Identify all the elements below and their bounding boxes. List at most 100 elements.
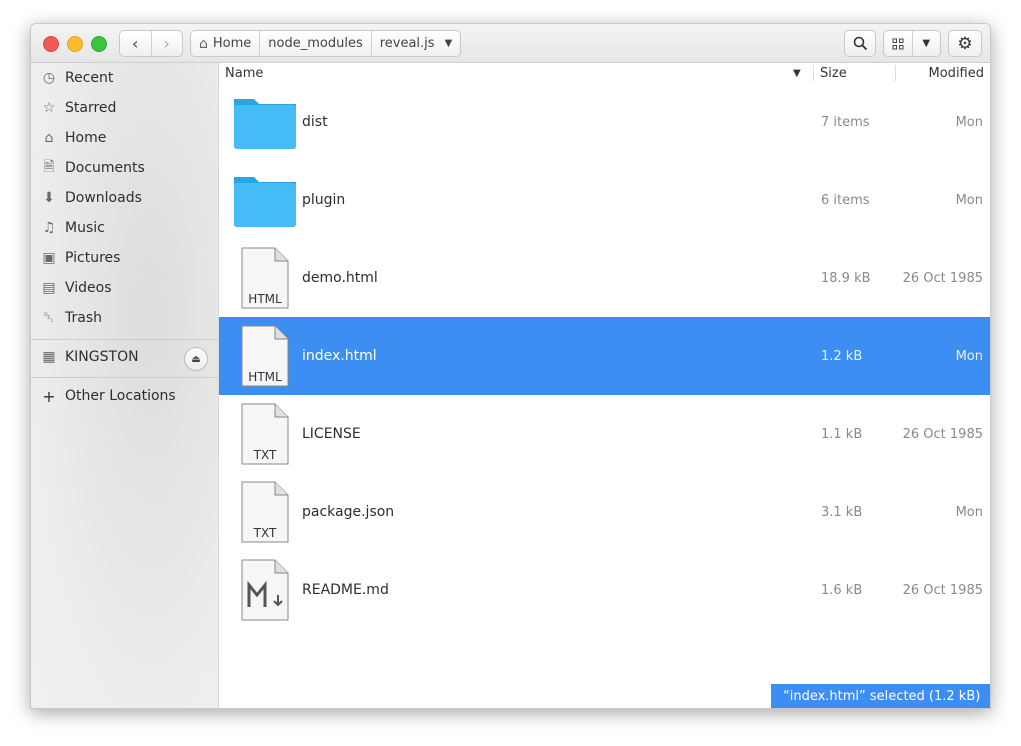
sidebar-divider (31, 339, 218, 340)
document-icon: 🗎 (43, 159, 55, 175)
sidebar-item-label: Other Locations (65, 388, 176, 404)
close-window-button[interactable] (43, 36, 59, 52)
file-size: 18.9 kB (821, 270, 871, 286)
file-name: README.md (302, 582, 389, 598)
breadcrumb-reveal-js[interactable]: reveal.js ▼ (372, 31, 461, 56)
file-modified: 26 Oct 1985 (902, 582, 983, 598)
breadcrumb-label: reveal.js (379, 36, 435, 51)
file-manager-window: ‹ › ⌂ Home node_modules reveal.js ▼ ▼ ⚙ … (30, 23, 991, 709)
sidebar-item-documents[interactable]: 🗎 Documents (31, 155, 218, 181)
star-icon: ☆ (42, 100, 56, 116)
file-row[interactable]: README.md 1.6 kB 26 Oct 1985 (219, 551, 990, 629)
file-name: LICENSE (302, 426, 361, 442)
search-icon (853, 36, 867, 51)
menu-button[interactable]: ⚙ (948, 30, 982, 57)
sidebar-item-videos[interactable]: ▤ Videos (31, 275, 218, 301)
film-icon: ▤ (42, 280, 56, 296)
column-modified[interactable]: Modified (929, 63, 984, 83)
sidebar-item-label: Videos (65, 280, 112, 296)
gear-icon: ⚙ (957, 33, 973, 54)
eject-icon: ⏏ (191, 353, 201, 365)
file-row-selected[interactable]: HTML index.html 1.2 kB Mon (219, 317, 990, 395)
column-header: Name ▼ Size Modified (219, 63, 990, 83)
file-row[interactable]: TXT package.json 3.1 kB Mon (219, 473, 990, 551)
breadcrumb-label: Home (212, 36, 252, 51)
camera-icon: ▣ (42, 250, 56, 266)
back-button[interactable]: ‹ (120, 31, 151, 56)
file-name: dist (302, 114, 328, 130)
selection-status-bar: “index.html” selected (1.2 kB) (771, 684, 990, 708)
header-bar: ‹ › ⌂ Home node_modules reveal.js ▼ ▼ ⚙ (31, 24, 990, 63)
file-name: package.json (302, 504, 395, 520)
clock-icon: ◷ (42, 70, 56, 86)
navigation-buttons: ‹ › (119, 30, 183, 57)
breadcrumb-home[interactable]: ⌂ Home (191, 31, 261, 56)
file-size: 1.2 kB (821, 348, 863, 364)
home-icon: ⌂ (199, 35, 208, 52)
text-file-icon: TXT (241, 481, 289, 543)
sidebar-item-home[interactable]: ⌂ Home (31, 125, 218, 151)
file-modified: Mon (955, 348, 983, 364)
file-type-label: HTML (248, 292, 282, 306)
file-size: 6 items (821, 192, 870, 208)
chevron-down-icon: ▼ (444, 38, 453, 49)
sidebar-item-label: Pictures (65, 250, 121, 266)
sidebar-item-label: Documents (65, 160, 145, 176)
sidebar-item-label: Starred (65, 100, 117, 116)
home-icon: ⌂ (44, 130, 54, 146)
file-size: 1.1 kB (821, 426, 863, 442)
sidebar-item-music[interactable]: ♫ Music (31, 215, 218, 241)
sidebar-item-starred[interactable]: ☆ Starred (31, 95, 218, 121)
file-row[interactable]: plugin 6 items Mon (219, 161, 990, 239)
view-options-dropdown[interactable]: ▼ (911, 31, 941, 56)
chevron-down-icon: ▼ (922, 38, 931, 49)
sidebar-item-label: Home (65, 130, 107, 146)
file-name: plugin (302, 192, 346, 208)
column-name[interactable]: Name (225, 63, 263, 83)
file-modified: Mon (955, 114, 983, 130)
file-type-label: HTML (248, 370, 282, 384)
maximize-window-button[interactable] (91, 36, 107, 52)
grid-view-button[interactable] (884, 31, 912, 56)
text-file-icon: TXT (241, 403, 289, 465)
sidebar: ◷ Recent ☆ Starred ⌂ Home 🗎 Documents ⬇ … (31, 63, 219, 708)
chevron-right-icon: › (163, 34, 170, 53)
sidebar-item-label: KINGSTON (65, 349, 139, 365)
folder-icon (234, 99, 296, 149)
file-modified: 26 Oct 1985 (902, 270, 983, 286)
breadcrumb: ⌂ Home node_modules reveal.js ▼ (190, 30, 462, 57)
view-mode-button: ▼ (883, 30, 941, 57)
sidebar-item-label: Trash (65, 310, 102, 326)
eject-button[interactable]: ⏏ (184, 347, 208, 371)
sidebar-item-other-locations[interactable]: + Other Locations (31, 383, 218, 409)
file-row[interactable]: dist 7 items Mon (219, 83, 990, 161)
grid-icon (892, 38, 904, 49)
html-file-icon: HTML (241, 325, 289, 387)
file-row[interactable]: HTML demo.html 18.9 kB 26 Oct 1985 (219, 239, 990, 317)
sidebar-item-recent[interactable]: ◷ Recent (31, 65, 218, 91)
folder-icon (234, 177, 296, 227)
file-name: demo.html (302, 270, 378, 286)
sort-descending-icon[interactable]: ▼ (793, 63, 801, 83)
search-button[interactable] (844, 30, 876, 57)
sidebar-item-label: Music (65, 220, 105, 236)
plus-icon: + (42, 386, 56, 406)
column-divider (895, 65, 896, 81)
trash-icon: ␡ (43, 310, 55, 326)
file-size: 1.6 kB (821, 582, 863, 598)
column-size[interactable]: Size (820, 63, 847, 83)
breadcrumb-node-modules[interactable]: node_modules (260, 31, 372, 56)
drive-icon: ▦ (42, 349, 56, 365)
download-icon: ⬇ (43, 190, 55, 206)
file-modified: Mon (955, 192, 983, 208)
sidebar-item-pictures[interactable]: ▣ Pictures (31, 245, 218, 271)
sidebar-item-label: Downloads (65, 190, 142, 206)
sidebar-item-downloads[interactable]: ⬇ Downloads (31, 185, 218, 211)
minimize-window-button[interactable] (67, 36, 83, 52)
forward-button[interactable]: › (150, 31, 183, 56)
html-file-icon: HTML (241, 247, 289, 309)
file-size: 3.1 kB (821, 504, 863, 520)
file-row[interactable]: TXT LICENSE 1.1 kB 26 Oct 1985 (219, 395, 990, 473)
file-modified: 26 Oct 1985 (902, 426, 983, 442)
sidebar-item-trash[interactable]: ␡ Trash (31, 305, 218, 331)
